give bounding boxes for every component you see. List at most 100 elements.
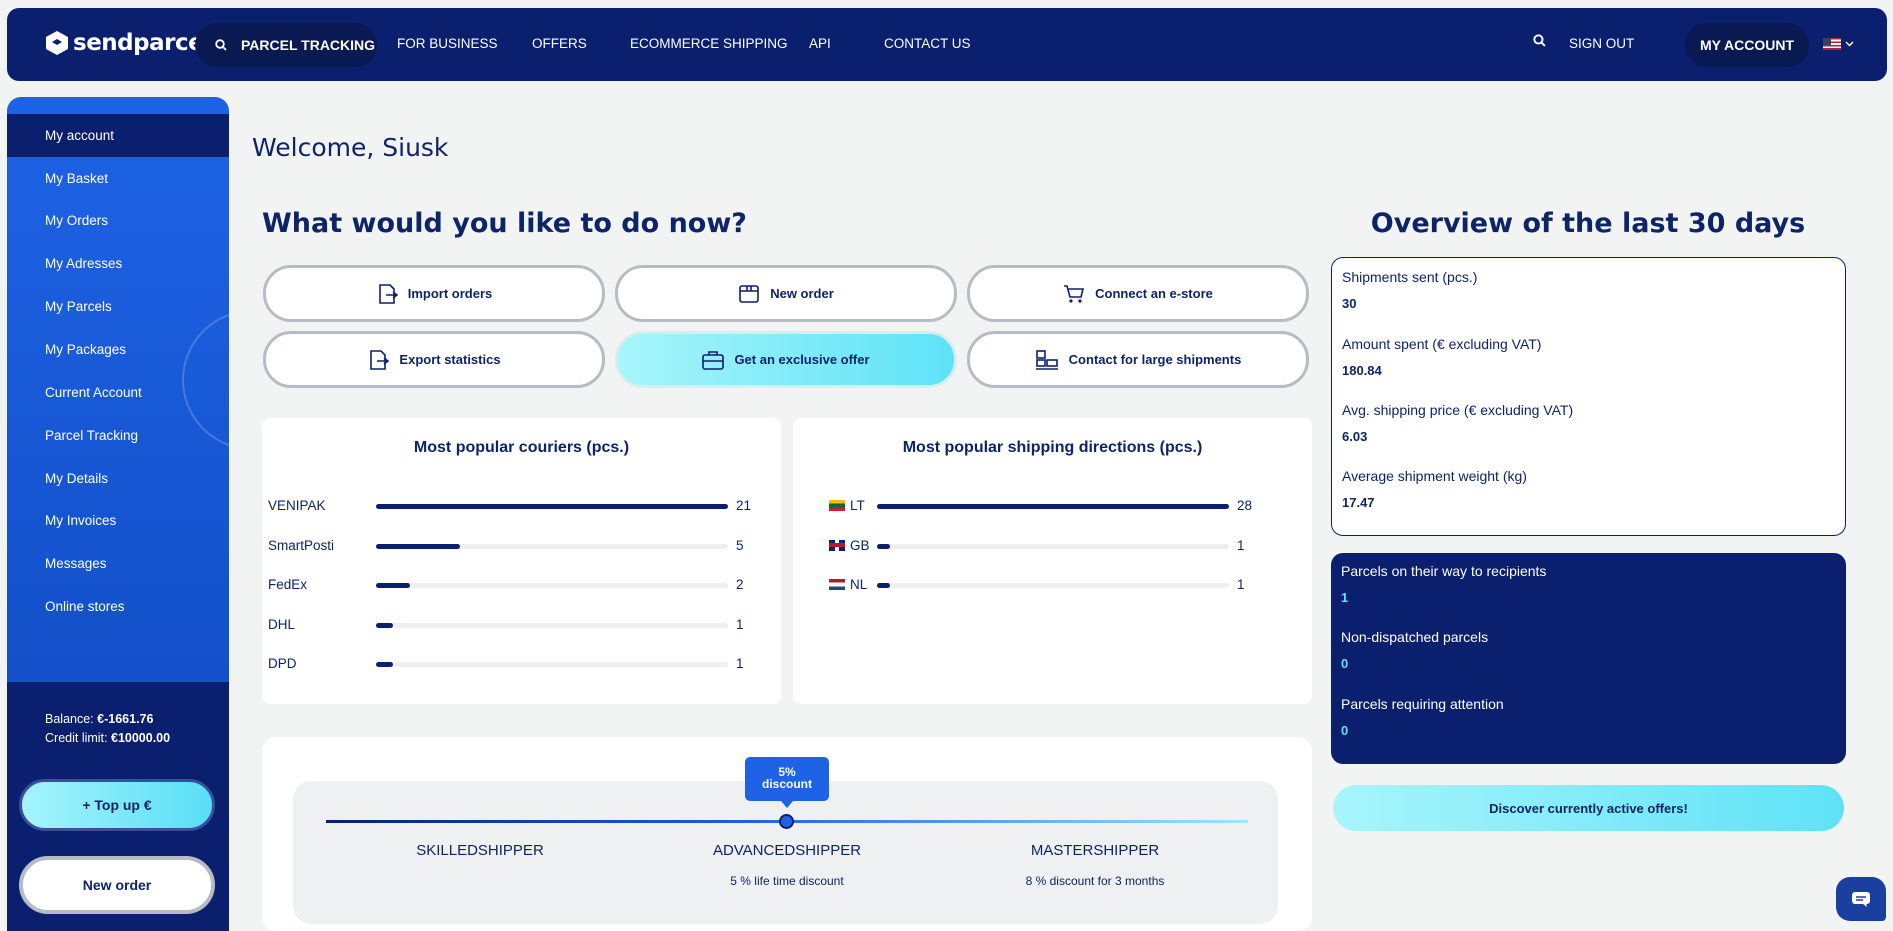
parcel-tracking-label: PARCEL TRACKING [241,37,376,53]
sidebar-item-my-details[interactable]: My Details [7,457,229,500]
stat-label-shipments: Shipments sent (pcs.) [1342,269,1478,285]
level-skilledshipper: SKILLEDSHIPPER [416,842,544,859]
bar-value: 1 [736,656,744,671]
sign-out-link[interactable]: SIGN OUT [1569,36,1634,51]
level-advancedshipper-desc: 5 % life time discount [730,874,844,888]
bar-category-text: DPD [268,656,297,671]
bar-track [877,504,1229,509]
export-statistics-label: Export statistics [399,352,501,367]
credit-limit-value: €10000.00 [111,731,171,745]
large-shipments-button[interactable]: Contact for large shipments [967,331,1309,388]
directions-chart-title: Most popular shipping directions (pcs.) [902,439,1203,456]
discover-offers-button[interactable]: Discover currently active offers! [1333,785,1844,831]
bar-track [376,543,728,549]
bar-fill [376,543,460,549]
bar-category-text: SmartPosti [268,537,335,553]
bar-row-lt: LT 28 [793,496,1312,516]
bar-row-nl: NL 1 [793,575,1312,595]
parcels-on-way-value[interactable]: 1 [1341,590,1348,605]
bar-fill [376,622,393,628]
parcel-status-panel: Parcels on their way to recipients 1 Non… [1331,553,1846,764]
bar-value: 28 [1237,498,1253,513]
non-dispatched-value[interactable]: 0 [1341,656,1348,671]
sidebar-item-parcel-tracking[interactable]: Parcel Tracking [7,414,229,457]
sidebar-item-my-parcels[interactable]: My Parcels [7,285,229,328]
sidebar-item-messages[interactable]: Messages [7,542,229,585]
bar-fill [376,662,393,667]
nav-contact-us[interactable]: CONTACT US [884,36,971,51]
chat-button[interactable] [1836,877,1886,921]
requiring-attention-value[interactable]: 0 [1341,723,1348,738]
sidebar-item-my-adresses[interactable]: My Adresses [7,242,229,285]
sidebar-item-current-account[interactable]: Current Account [7,371,229,414]
bar-value: 1 [736,616,744,632]
bar-track [877,583,1229,588]
balance-value: €-1661.76 [97,712,154,726]
bar-label: DHL [268,617,295,632]
current-level-marker [779,814,794,829]
bar-fill [376,504,728,509]
bar-label: SmartPosti [268,538,334,553]
level-mastershipper: MASTERSHIPPER [1030,842,1160,859]
import-icon [378,283,398,304]
search-icon[interactable] [1533,34,1546,47]
language-selector[interactable] [1823,38,1854,50]
sidebar-item-my-account[interactable]: My account [7,114,229,157]
new-order-label: New order [770,286,834,301]
nav-api[interactable]: API [809,36,831,51]
nav-for-business[interactable]: FOR BUSINESS [397,36,498,51]
nav-ecommerce-shipping[interactable]: ECOMMERCE SHIPPING [630,36,788,51]
bar-category-text: NL [850,577,868,592]
top-up-button[interactable]: + Top up € [19,779,215,831]
bar-category-text: GB [850,537,870,553]
brand-name: sendparcel [73,30,211,56]
bar-category-text: DHL [268,616,296,632]
level-mastershipper-desc: 8 % discount for 3 months [1025,874,1165,888]
bar-row-smartposti: SmartPosti 5 [262,536,781,556]
sendparcel-logo[interactable]: sendparcel [45,30,211,56]
overview-stats: Shipments sent (pcs.) 30 Amount spent (€… [1331,257,1846,536]
import-orders-button[interactable]: Import orders [263,265,605,322]
sidebar-item-online-stores[interactable]: Online stores [7,585,229,628]
welcome-heading: Welcome, Siusk [252,133,449,162]
balance-label: Balance: [45,712,94,726]
chat-icon [1852,892,1870,907]
account-summary: Balance: €-1661.76 Credit limit: €10000.… [7,682,229,931]
bar-category-text: VENIPAK [268,498,326,513]
stat-value-avg-weight: 17.47 [1342,495,1375,510]
us-flag-icon [1823,38,1841,50]
bar-row-fedex: FedEx 2 [262,575,781,595]
export-statistics-button[interactable]: Export statistics [263,331,605,388]
connect-estore-label: Connect an e-store [1095,286,1213,301]
bar-value: 1 [1237,577,1245,592]
exclusive-offer-button[interactable]: Get an exclusive offer [615,331,957,388]
parcel-tracking-button[interactable]: PARCEL TRACKING [195,23,377,67]
stat-label-amount: Amount spent (€ excluding VAT) [1342,336,1542,352]
sidebar-item-my-orders[interactable]: My Orders [7,199,229,242]
sidebar-new-order-button[interactable]: New order [19,856,215,914]
connect-estore-button[interactable]: Connect an e-store [967,265,1309,322]
bar-label: DPD [268,656,297,671]
bar-category-text: LT [850,498,865,513]
export-icon [370,349,390,370]
search-icon [215,39,227,51]
sidebar: My account My Basket My Orders My Adress… [7,97,229,931]
sidebar-item-my-packages[interactable]: My Packages [7,328,229,371]
my-account-button[interactable]: MY ACCOUNT [1685,23,1809,67]
couriers-chart-title: Most popular couriers (pcs.) [413,439,630,456]
directions-chart-card: Most popular shipping directions (pcs.) … [793,418,1312,704]
bar-row-dhl: DHL 1 [262,615,781,635]
sidebar-item-my-invoices[interactable]: My Invoices [7,499,229,542]
requiring-attention-label: Parcels requiring attention [1341,696,1504,712]
logo-icon [46,31,68,55]
chevron-down-icon [1845,41,1854,47]
sidebar-item-my-basket[interactable]: My Basket [7,157,229,200]
new-order-button[interactable]: New order [615,265,957,322]
level-advancedshipper: ADVANCEDSHIPPER [712,842,862,859]
gb-flag-icon [829,539,845,551]
bar-track [376,583,728,588]
cart-icon [1064,284,1085,303]
bar-fill [877,504,1229,509]
bar-value: 1 [1237,537,1245,553]
nav-offers[interactable]: OFFERS [532,36,587,51]
